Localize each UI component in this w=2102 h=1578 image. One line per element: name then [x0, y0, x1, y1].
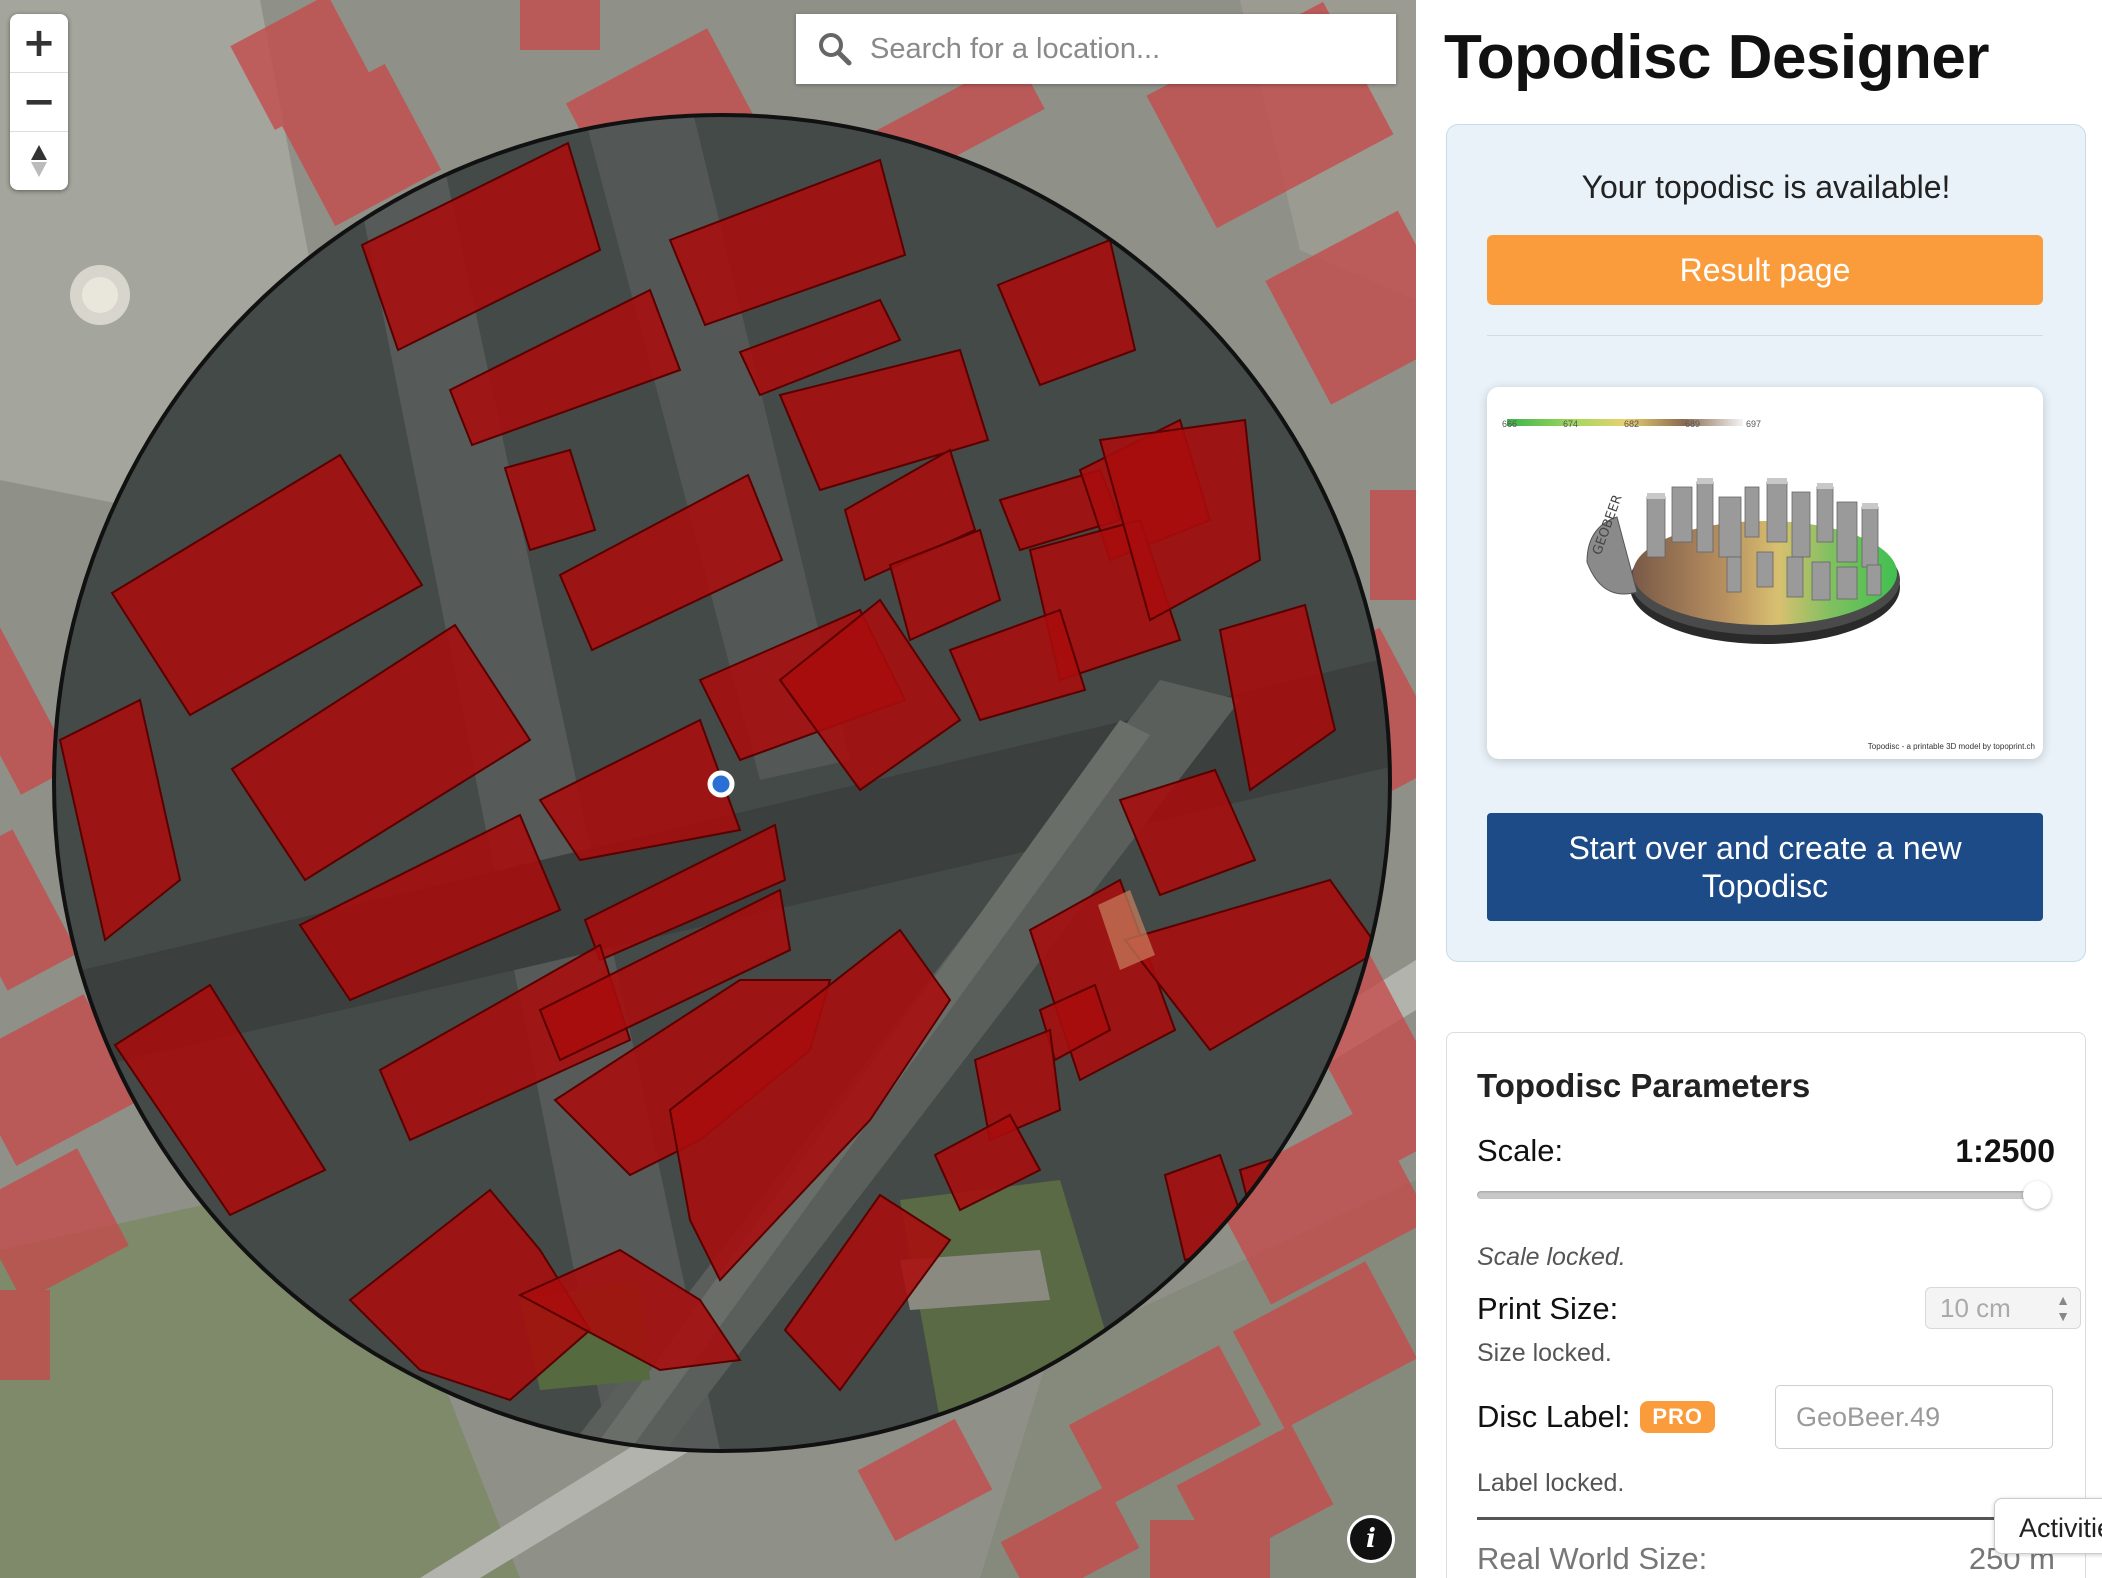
- legend-label: 682: [1624, 419, 1640, 429]
- parameters-card: Topodisc Parameters Scale: 1:2500 Scale …: [1446, 1032, 2086, 1578]
- disc-label-text: Disc Label:: [1477, 1399, 1631, 1434]
- real-world-size-label: Real World Size:: [1477, 1541, 1708, 1576]
- parameters-title: Topodisc Parameters: [1477, 1067, 1811, 1104]
- zoom-out-button[interactable]: −: [10, 73, 68, 132]
- divider: [1477, 1517, 2053, 1520]
- topodisc-preview[interactable]: 666 674 682 689 697 GEOBEER Topodisc - a…: [1487, 387, 2043, 759]
- print-size-label: Print Size:: [1477, 1291, 1619, 1326]
- result-card: Your topodisc is available! Result page: [1446, 124, 2086, 962]
- scale-locked-note: Scale locked.: [1477, 1243, 1626, 1271]
- disc-label-label: Disc Label: PRO: [1477, 1399, 1716, 1435]
- legend-label: 689: [1685, 419, 1701, 429]
- result-page-button[interactable]: Result page: [1487, 235, 2043, 305]
- start-over-button[interactable]: Start over and create a new Topodisc: [1487, 813, 2043, 921]
- aerial-imagery[interactable]: [0, 0, 1416, 1578]
- legend-label: 666: [1502, 419, 1518, 429]
- print-size-select[interactable]: 10 cm ▲ ▼: [1925, 1287, 2081, 1329]
- zoom-in-button[interactable]: +: [10, 14, 68, 73]
- print-size-value: 10 cm: [1940, 1292, 2011, 1323]
- side-panel: Topodisc Designer Your topodisc is avail…: [1416, 0, 2102, 1578]
- scale-label: Scale:: [1477, 1133, 1564, 1168]
- map-view[interactable]: + − i: [0, 0, 1416, 1578]
- availability-message: Your topodisc is available!: [1581, 169, 1951, 205]
- divider: [1487, 335, 2043, 336]
- scale-value: 1:2500: [1955, 1133, 2055, 1169]
- location-search: [796, 14, 1396, 84]
- label-locked-note: Label locked.: [1477, 1469, 1625, 1497]
- page-title: Topodisc Designer: [1444, 23, 1990, 92]
- compass-button[interactable]: [10, 132, 68, 190]
- search-input[interactable]: [868, 31, 1392, 67]
- legend-label: 674: [1563, 419, 1579, 429]
- scale-slider-thumb[interactable]: [2023, 1181, 2051, 1209]
- pro-badge: PRO: [1640, 1401, 1716, 1433]
- topodisc-3d-render: [1507, 419, 1900, 644]
- scale-slider[interactable]: [1477, 1191, 2037, 1199]
- info-icon[interactable]: i: [1350, 1518, 1392, 1560]
- size-locked-note: Size locked.: [1477, 1339, 1612, 1367]
- stepper-arrows-icon: ▲ ▼: [2056, 1292, 2070, 1324]
- activities-tab[interactable]: Activities: [1994, 1498, 2102, 1554]
- center-marker[interactable]: [707, 770, 735, 798]
- legend-label: 697: [1746, 419, 1762, 429]
- map-navigation-control: + −: [10, 14, 68, 190]
- preview-credit: Topodisc - a printable 3D model by topop…: [1867, 742, 2035, 751]
- disc-label-input[interactable]: GeoBeer.49: [1775, 1385, 2053, 1449]
- compass-icon: [31, 145, 47, 177]
- search-icon: [819, 33, 852, 66]
